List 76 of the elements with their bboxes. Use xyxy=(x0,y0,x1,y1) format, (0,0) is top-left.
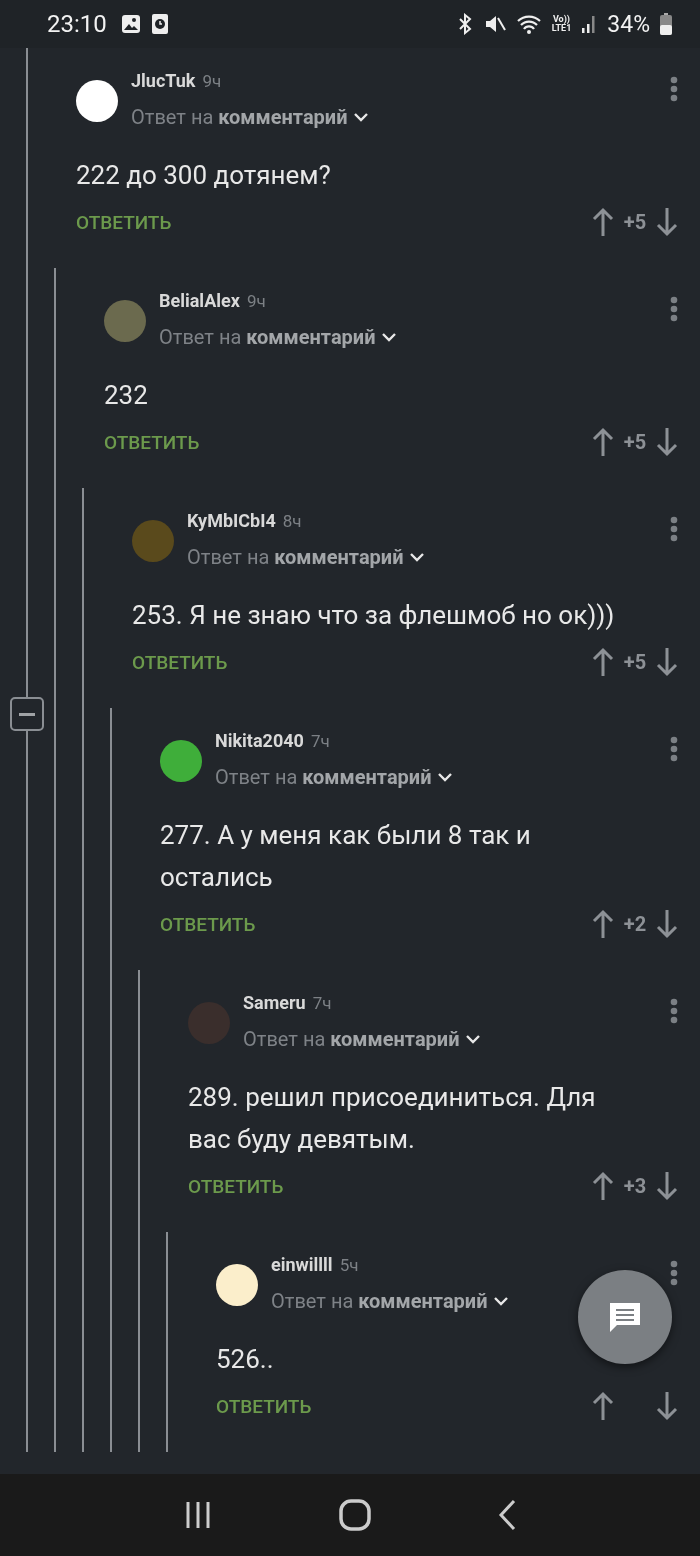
comment-age: 5ч xyxy=(339,1255,359,1275)
username[interactable]: KyMbICbI4 xyxy=(187,510,276,531)
home-icon[interactable] xyxy=(339,1499,371,1531)
username[interactable]: Nikita2040 xyxy=(215,730,304,751)
message-icon xyxy=(607,1300,643,1334)
reply-button[interactable]: ОТВЕТИТЬ xyxy=(104,430,200,454)
comment-text: 526.. xyxy=(216,1343,274,1376)
more-options-icon[interactable] xyxy=(670,1260,678,1286)
reply-context: Ответ на комментарий xyxy=(243,1027,460,1051)
battery-icon xyxy=(660,13,672,35)
volte-label: Vo)) xyxy=(552,15,570,24)
downvote-icon[interactable] xyxy=(656,207,678,237)
vote-score: +3 xyxy=(622,1174,648,1198)
chevron-down-icon[interactable] xyxy=(409,552,424,562)
more-options-icon[interactable] xyxy=(670,736,678,762)
more-options-icon[interactable] xyxy=(670,998,678,1024)
comment-age: 8ч xyxy=(282,511,302,531)
back-icon[interactable] xyxy=(497,1499,517,1531)
downvote-icon[interactable] xyxy=(656,1171,678,1201)
downvote-icon[interactable] xyxy=(656,909,678,939)
upvote-icon[interactable] xyxy=(592,427,614,457)
reply-button[interactable]: ОТВЕТИТЬ xyxy=(216,1394,312,1418)
downvote-icon[interactable] xyxy=(656,1391,678,1421)
username[interactable]: BelialAlex xyxy=(159,290,240,311)
chevron-down-icon[interactable] xyxy=(437,772,452,782)
reply-button[interactable]: ОТВЕТИТЬ xyxy=(188,1174,284,1198)
reply-context: Ответ на комментарий xyxy=(131,105,348,129)
username[interactable]: Sameru xyxy=(243,992,306,1013)
downvote-icon[interactable] xyxy=(656,427,678,457)
chevron-down-icon[interactable] xyxy=(493,1296,508,1306)
comment-text: 289. решил присоединиться. Для вас буду девятым. xyxy=(188,1081,597,1156)
wifi-icon xyxy=(515,13,542,35)
reply-context: Ответ на комментарий xyxy=(271,1289,488,1313)
comment-text: 277. А у меня как были 8 так и остались xyxy=(160,819,532,894)
comment-age: 7ч xyxy=(312,993,332,1013)
chevron-down-icon[interactable] xyxy=(381,332,396,342)
upvote-icon[interactable] xyxy=(592,909,614,939)
comment-text: 232 xyxy=(104,379,148,412)
vote-score: +2 xyxy=(622,912,648,936)
upvote-icon[interactable] xyxy=(592,647,614,677)
signal-icon xyxy=(581,14,598,34)
clock: 23:10 xyxy=(47,10,107,38)
upvote-icon[interactable] xyxy=(592,1171,614,1201)
minus-icon xyxy=(19,712,35,716)
more-options-icon[interactable] xyxy=(670,516,678,542)
upvote-icon[interactable] xyxy=(592,207,614,237)
reply-button[interactable]: ОТВЕТИТЬ xyxy=(160,912,256,936)
comment-age: 9ч xyxy=(246,291,266,311)
comment-text: 253. Я не знаю что за флешмоб но ок))) xyxy=(132,599,615,632)
chevron-down-icon[interactable] xyxy=(353,112,368,122)
comment-text: 222 до 300 дотянем? xyxy=(76,159,331,192)
more-options-icon[interactable] xyxy=(670,296,678,322)
reply-context: Ответ на комментарий xyxy=(159,325,376,349)
vote-score: +5 xyxy=(622,430,648,454)
reply-button[interactable]: ОТВЕТИТЬ xyxy=(76,210,172,234)
chevron-down-icon[interactable] xyxy=(465,1034,480,1044)
vote-score: +5 xyxy=(622,210,648,234)
reply-context: Ответ на комментарий xyxy=(187,545,404,569)
more-options-icon[interactable] xyxy=(670,76,678,102)
image-icon xyxy=(120,14,141,34)
collapse-button[interactable] xyxy=(10,697,44,731)
comment-age: 9ч xyxy=(202,71,222,91)
clock-icon xyxy=(150,13,169,35)
avatar[interactable] xyxy=(216,1264,258,1306)
reply-button[interactable]: ОТВЕТИТЬ xyxy=(132,650,228,674)
upvote-icon[interactable] xyxy=(592,1391,614,1421)
mute-icon xyxy=(483,13,506,35)
battery-percent: 34% xyxy=(607,10,650,38)
avatar[interactable] xyxy=(76,80,118,122)
vote-score: +5 xyxy=(622,650,648,674)
reply-context: Ответ на комментарий xyxy=(215,765,432,789)
username[interactable]: JlucTuk xyxy=(131,70,196,91)
downvote-icon[interactable] xyxy=(656,647,678,677)
username[interactable]: einwillll xyxy=(271,1254,333,1275)
comment-age: 7ч xyxy=(310,731,330,751)
network-label: LTE1 xyxy=(551,24,572,33)
